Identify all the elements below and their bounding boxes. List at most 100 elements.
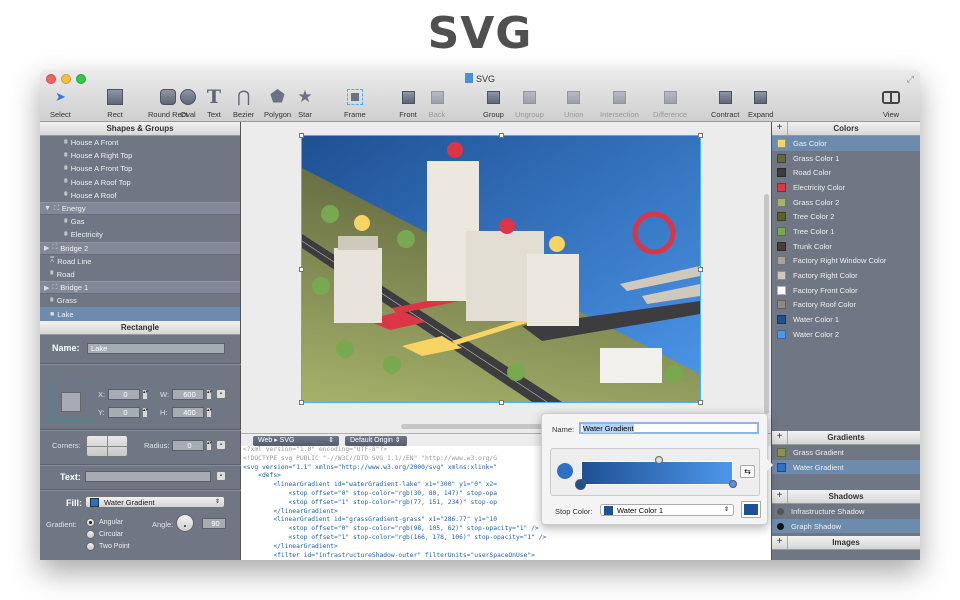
tree-item[interactable]: ⩩ Road (40, 268, 240, 281)
gradient-stop-end[interactable] (729, 480, 737, 488)
tool-ungroup[interactable]: Ungroup (515, 88, 544, 119)
tree-item[interactable]: ⩩ House A Roof Top (40, 176, 240, 189)
color-item[interactable]: Grass Color 1 (772, 151, 920, 166)
w-stepper[interactable]: ▴▾ (206, 388, 212, 400)
lock-ratio-button[interactable]: ▪ (216, 388, 226, 399)
tool-star[interactable]: ★ Star (296, 87, 314, 119)
color-item[interactable]: Water Color 1 (772, 312, 920, 327)
tree-item[interactable]: ⩩ House A Roof (40, 189, 240, 202)
midpoint-handle[interactable] (655, 456, 663, 464)
angle-field[interactable]: 90 (202, 517, 226, 529)
gradient-radio-circular[interactable]: Circular (86, 529, 130, 541)
tool-back[interactable]: Back (428, 88, 446, 119)
shadow-item[interactable]: Infrastructure Shadow (772, 504, 920, 519)
swap-stops-button[interactable]: ⇆ (740, 465, 755, 478)
color-item[interactable]: Water Color 2 (772, 327, 920, 342)
tool-intersection[interactable]: Intersection (600, 88, 639, 119)
gradient-item[interactable]: Water Gradient (772, 459, 920, 475)
resize-handle[interactable] (698, 133, 703, 138)
radio-button[interactable] (86, 518, 95, 528)
tree-item[interactable]: ⩩ House A Front (40, 136, 240, 149)
gradient-stop-start[interactable] (575, 479, 586, 490)
tree-group[interactable]: ▶ ⛶ Bridge 2 (40, 241, 240, 255)
angle-dial[interactable] (176, 513, 194, 532)
radius-link-button[interactable]: ▪ (216, 439, 226, 450)
x-field[interactable]: 0 (108, 388, 140, 400)
tool-view[interactable]: View (882, 88, 900, 119)
add-shadow-button[interactable]: + (772, 490, 788, 503)
y-stepper[interactable]: ▴▾ (142, 406, 148, 418)
add-color-button[interactable]: + (772, 122, 788, 135)
tool-front[interactable]: Front (399, 88, 417, 119)
tool-group[interactable]: Group (483, 88, 504, 119)
resize-handle[interactable] (499, 133, 504, 138)
color-item[interactable]: Electricity Color (772, 180, 920, 195)
gradient-bar[interactable] (581, 461, 733, 485)
y-field[interactable]: 0 (108, 406, 140, 418)
tree-item[interactable]: ■ Lake (40, 307, 240, 321)
x-stepper[interactable]: ▴▾ (142, 388, 148, 400)
h-field[interactable]: 400 (172, 406, 204, 418)
color-item[interactable]: Factory Roof Color (772, 298, 920, 313)
stop-color-select[interactable]: Water Color 1 ⇕ (600, 504, 734, 516)
tree-item[interactable]: ⩞ Road Line (40, 255, 240, 268)
tree-item[interactable]: ⩩ Grass (40, 294, 240, 307)
color-item[interactable]: Trunk Color (772, 239, 920, 254)
tree-group[interactable]: ▶ ⛶ Bridge 1 (40, 281, 240, 295)
color-item[interactable]: Tree Color 1 (772, 224, 920, 239)
tool-text[interactable]: T Text (205, 88, 223, 120)
resize-handle[interactable] (299, 133, 304, 138)
radius-stepper[interactable]: ▴▾ (206, 439, 212, 451)
tree-item[interactable]: ⩩ House A Front Top (40, 162, 240, 175)
tree-item[interactable]: ⩩ Gas (40, 215, 240, 228)
shadow-item[interactable]: Graph Shadow (772, 518, 920, 534)
color-item[interactable]: Grass Color 2 (772, 195, 920, 210)
tool-union[interactable]: Union (564, 88, 584, 119)
h-stepper[interactable]: ▴▾ (206, 406, 212, 418)
gradient-radio-two-point[interactable]: Two Point (86, 541, 130, 553)
name-field[interactable]: Lake (87, 342, 225, 354)
resize-handle[interactable] (698, 267, 703, 272)
tool-select[interactable]: ➤ Select (50, 88, 71, 119)
tool-contract[interactable]: Contract (711, 88, 739, 119)
format-select[interactable]: Web ▸ SVG ⇕ (253, 436, 339, 446)
tool-difference[interactable]: Difference (653, 88, 687, 119)
disclosure-closed-icon[interactable]: ▶ (44, 244, 49, 252)
gradient-item[interactable]: Grass Gradient (772, 445, 920, 460)
disclosure-open-icon[interactable]: ▼ (44, 205, 51, 212)
tree-item[interactable]: ⩩ House A Right Top (40, 149, 240, 162)
radio-button[interactable] (86, 542, 95, 552)
resize-handle[interactable] (299, 267, 304, 272)
text-options-button[interactable]: ▪ (216, 470, 226, 481)
tree-group[interactable]: ▼ ⛶ Energy (40, 201, 240, 216)
color-item[interactable]: Factory Right Window Color (772, 254, 920, 269)
fullscreen-icon[interactable]: ⤢ (907, 74, 914, 85)
tool-polygon[interactable]: ⬟ Polygon (264, 87, 291, 119)
origin-select[interactable]: Default Origin ⇕ (345, 436, 407, 446)
resize-handle[interactable] (698, 400, 703, 405)
tool-expand[interactable]: Expand (748, 88, 773, 119)
tree-item[interactable]: ⩩ Electricity (40, 228, 240, 241)
disclosure-closed-icon[interactable]: ▶ (44, 284, 49, 292)
canvas[interactable] (299, 133, 703, 405)
color-item[interactable]: Factory Right Color (772, 268, 920, 283)
vertical-scrollbar[interactable] (764, 194, 769, 414)
add-gradient-button[interactable]: + (772, 431, 788, 444)
radio-button[interactable] (86, 530, 95, 540)
tool-rect[interactable]: Rect (106, 88, 124, 119)
tool-frame[interactable]: Frame (344, 88, 366, 119)
fill-select[interactable]: Water Gradient ⇕ (85, 495, 225, 508)
resize-handle[interactable] (299, 400, 304, 405)
gradient-radio-angular[interactable]: Angular (86, 517, 130, 529)
tool-oval[interactable]: Oval (179, 88, 197, 119)
text-field[interactable] (85, 470, 211, 482)
tool-bezier[interactable]: ⋂ Bezier (233, 88, 254, 119)
color-item[interactable]: Tree Color 2 (772, 209, 920, 224)
color-item[interactable]: Gas Color (772, 136, 920, 151)
gradient-name-field[interactable]: Water Gradient (579, 422, 759, 434)
anchor-selector[interactable] (52, 382, 90, 421)
color-item[interactable]: Factory Front Color (772, 283, 920, 298)
add-image-button[interactable]: + (772, 536, 788, 549)
w-field[interactable]: 600 (172, 388, 204, 400)
corners-selector[interactable] (86, 434, 128, 457)
